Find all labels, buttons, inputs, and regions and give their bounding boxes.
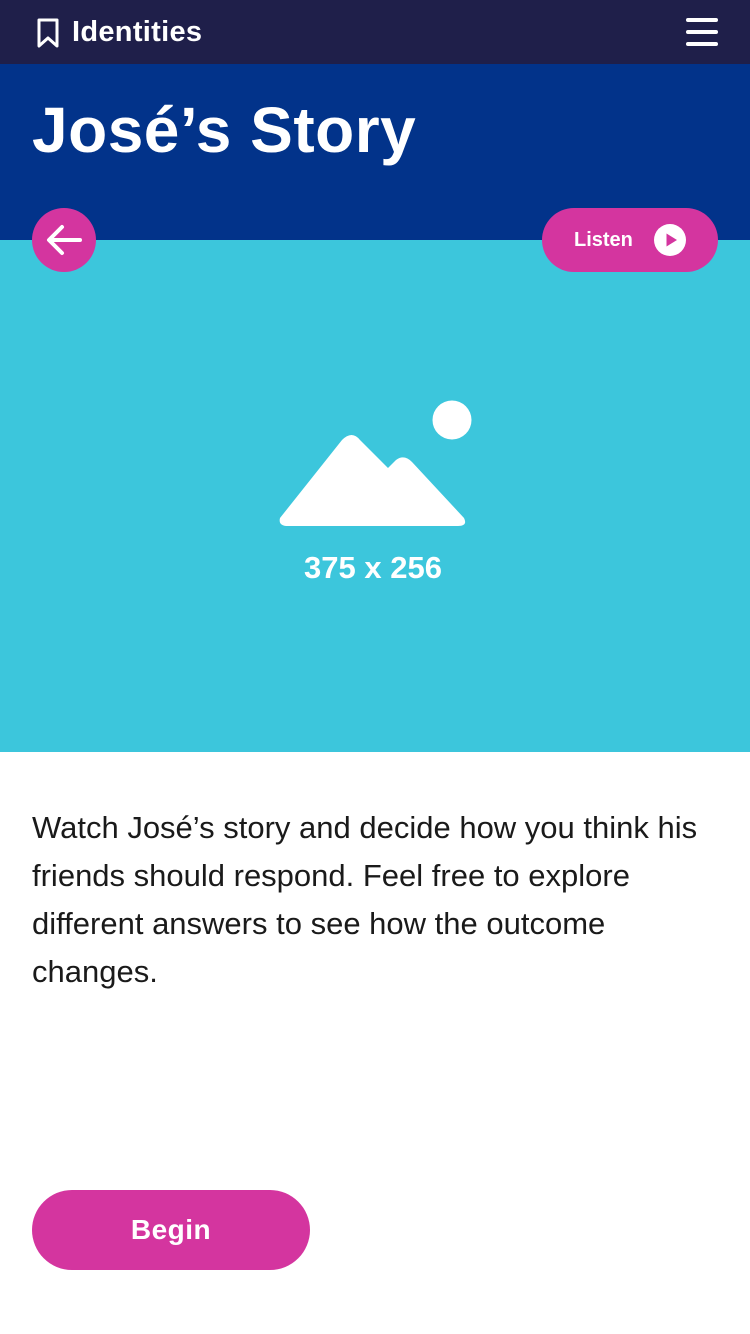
listen-button-label: Listen: [574, 229, 633, 251]
bookmark-icon[interactable]: [36, 18, 60, 48]
hamburger-menu-icon[interactable]: [686, 16, 718, 48]
begin-button[interactable]: Begin: [32, 1190, 310, 1270]
arrow-left-icon: [47, 225, 82, 255]
hero-image-placeholder: 375 x 256: [0, 240, 750, 752]
page-title: José’s Story: [32, 94, 417, 166]
story-description: Watch José’s story and decide how you th…: [32, 810, 698, 989]
listen-button[interactable]: Listen: [542, 208, 718, 272]
back-button[interactable]: [32, 208, 96, 272]
section-title: Identities: [72, 16, 203, 48]
top-bar: Identities: [0, 0, 750, 64]
image-size-label: 375 x 256: [304, 550, 442, 585]
image-placeholder-icon: [279, 400, 472, 526]
play-icon: [654, 224, 686, 256]
